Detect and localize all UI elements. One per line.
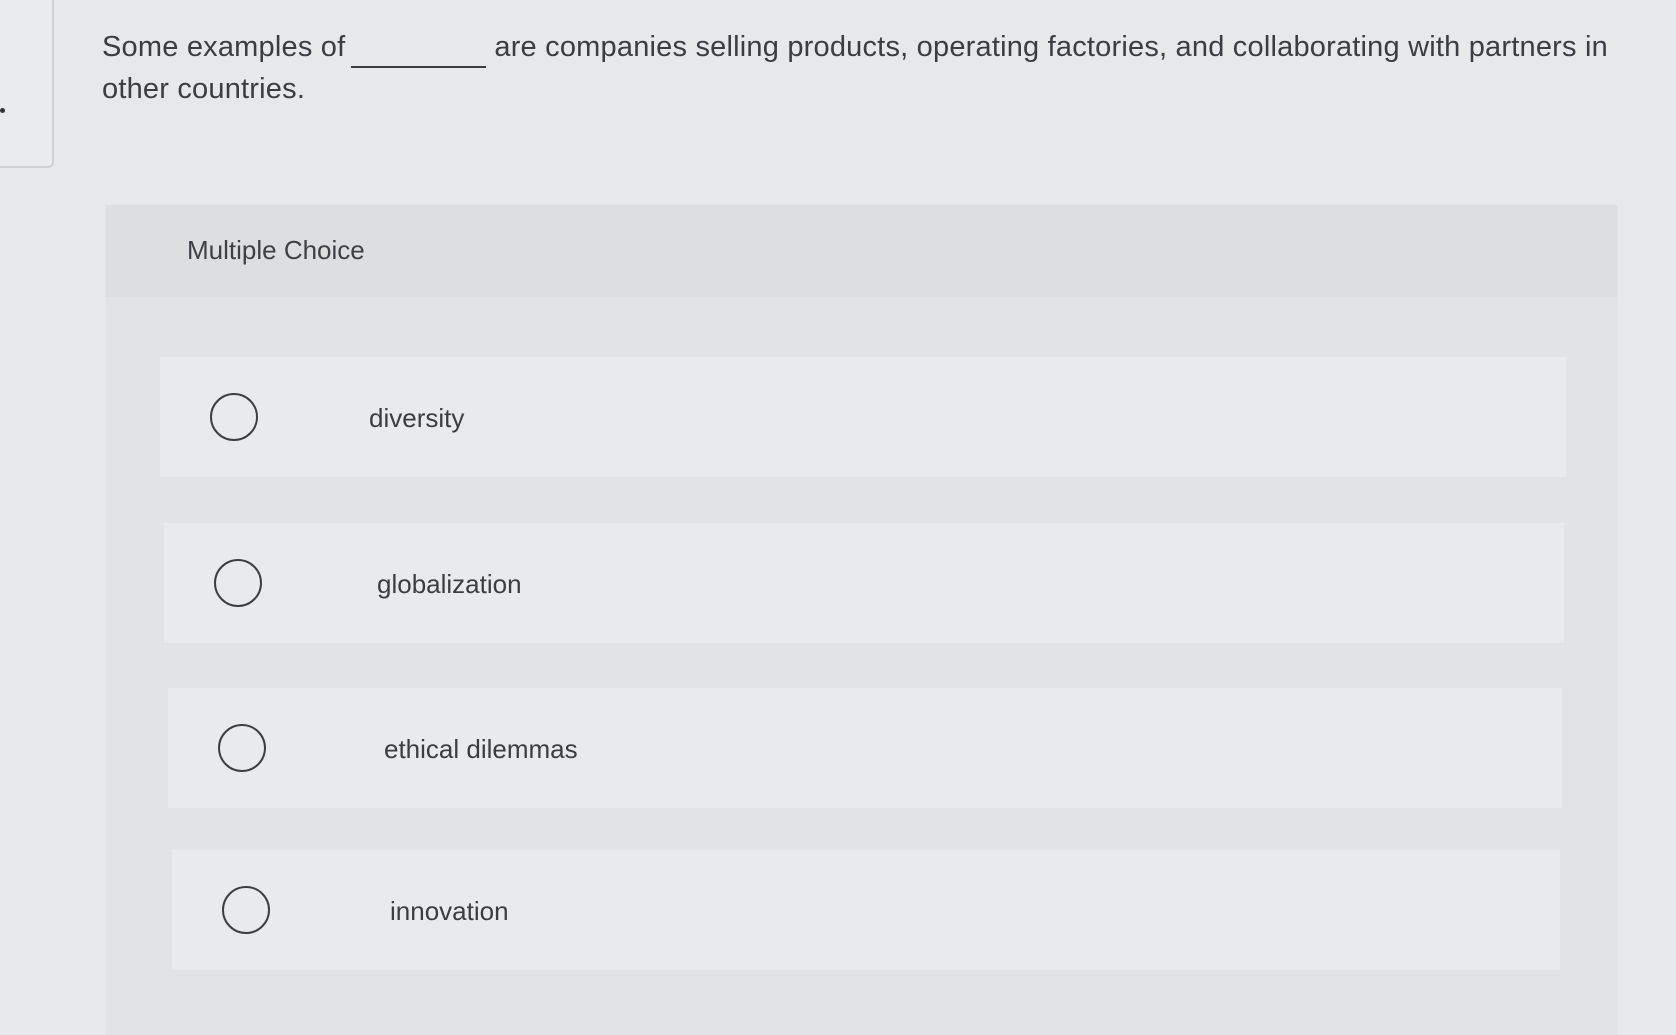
radio-button-icon[interactable]: [218, 724, 266, 772]
answer-blank: [351, 34, 487, 68]
panel-title: Multiple Choice: [187, 235, 365, 265]
previous-panel-edge: [0, 0, 54, 168]
panel-edge-marker: [0, 108, 5, 113]
choice-label: diversity: [369, 403, 465, 433]
choice-option-ethical-dilemmas[interactable]: ethical dilemmas: [168, 688, 1562, 808]
choice-label: ethical dilemmas: [384, 734, 578, 764]
radio-button-icon[interactable]: [210, 393, 258, 441]
choice-option-globalization[interactable]: globalization: [164, 523, 1564, 643]
question-text: Some examples of are companies selling pr…: [102, 26, 1622, 110]
choice-label: globalization: [377, 569, 522, 599]
panel-header: Multiple Choice: [106, 205, 1618, 297]
choice-label: innovation: [390, 896, 509, 926]
choice-option-diversity[interactable]: diversity: [160, 357, 1566, 477]
radio-button-icon[interactable]: [214, 559, 262, 607]
question-prefix: Some examples of: [102, 31, 346, 63]
multiple-choice-panel: Multiple Choice diversity globalization …: [106, 205, 1618, 1035]
choice-option-innovation[interactable]: innovation: [172, 850, 1560, 970]
radio-button-icon[interactable]: [222, 886, 270, 934]
